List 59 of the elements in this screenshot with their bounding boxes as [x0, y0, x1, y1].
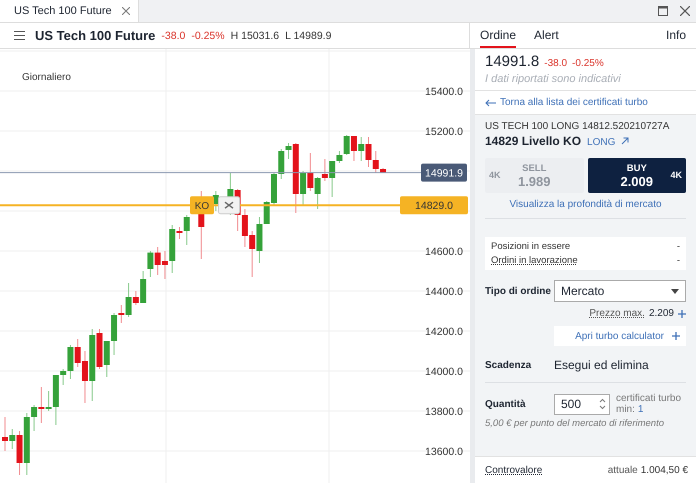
- instrument-title: US Tech 100 Future: [35, 28, 156, 43]
- field-label: Quantità: [485, 398, 527, 410]
- axis-label: 14000.0: [425, 366, 463, 378]
- axis-label: 13600.0: [425, 446, 463, 458]
- max-price-value: 2.209: [648, 308, 674, 319]
- direction-link[interactable]: LONG: [587, 137, 616, 148]
- chart-tab[interactable]: US Tech 100 Future: [0, 0, 139, 22]
- trade-button[interactable]: BUY 2.009 4K: [588, 158, 686, 193]
- axis-label: 14200.0: [425, 326, 463, 338]
- ko-tag: KO: [190, 196, 214, 214]
- expiry-value: Esegui ed elimina: [554, 358, 649, 372]
- calculator-link[interactable]: Apri turbo calculator: [575, 330, 664, 342]
- position-value: -: [676, 255, 680, 266]
- total-prefix: attuale: [608, 464, 638, 476]
- percent-change: -0.25%: [191, 30, 225, 42]
- caret-icon: [671, 288, 679, 294]
- min-label: min:: [616, 404, 635, 415]
- field-label: Tipo di ordine: [485, 286, 552, 296]
- total-value: 1.004,50 €: [640, 464, 688, 476]
- quantity-field[interactable]: 500: [554, 394, 610, 414]
- percent-change: -0.25%: [572, 58, 604, 69]
- axis-label: 13800.0: [425, 406, 463, 418]
- position-label[interactable]: Ordini in lavorazione: [491, 255, 578, 266]
- order-type-dropdown[interactable]: Mercato: [554, 280, 686, 302]
- total-label: Controvalore: [485, 464, 542, 476]
- high-value: H 15031.6: [230, 30, 280, 42]
- arrow-left-icon[interactable]: [485, 98, 496, 106]
- position-label: Posizioni in essere: [491, 241, 570, 252]
- plus-icon[interactable]: [678, 310, 686, 318]
- unit-text: certificati turbo: [616, 393, 682, 404]
- field-label: Scadenza: [485, 360, 532, 370]
- plus-icon[interactable]: [672, 332, 680, 340]
- stepper-icon[interactable]: [599, 398, 606, 410]
- maximize-icon[interactable]: [658, 6, 668, 16]
- axis-label: 15400.0: [425, 86, 463, 98]
- close-icon[interactable]: [680, 6, 690, 16]
- arrow-up-right-icon[interactable]: [621, 137, 630, 145]
- price-change: -38.0: [544, 58, 568, 69]
- market-depth-link[interactable]: Visualizza la profondità di mercato: [485, 199, 686, 210]
- timeframe-label[interactable]: Giornaliero: [22, 72, 71, 83]
- min-value: 1: [638, 404, 644, 415]
- per-point-note: 5,00 € per punto del mercato di riferimento: [485, 418, 666, 429]
- close-icon[interactable]: [122, 7, 130, 15]
- price-change: -38.0: [161, 30, 186, 42]
- axis-label: 15200.0: [425, 126, 463, 138]
- product-name: US TECH 100 LONG 14812.520210727A: [485, 121, 670, 132]
- field-label: Prezzo max.: [589, 308, 645, 319]
- ko-price-marker: 14829.0: [400, 196, 468, 214]
- panel-tab[interactable]: Info: [666, 23, 686, 48]
- panel-tab[interactable]: Alert: [534, 23, 559, 48]
- last-price: 14991.8: [485, 53, 540, 70]
- ko-level: 14829 Livello KO: [485, 134, 582, 148]
- disclaimer-text: I dati riportati sono indicativi: [485, 73, 622, 85]
- price-marker: 14991.9: [421, 164, 467, 182]
- axis-label: 14600.0: [425, 246, 463, 258]
- axis-label: 14400.0: [425, 286, 463, 298]
- menu-icon[interactable]: [14, 31, 25, 40]
- position-value: -: [676, 241, 680, 252]
- low-value: L 14989.9: [285, 30, 332, 42]
